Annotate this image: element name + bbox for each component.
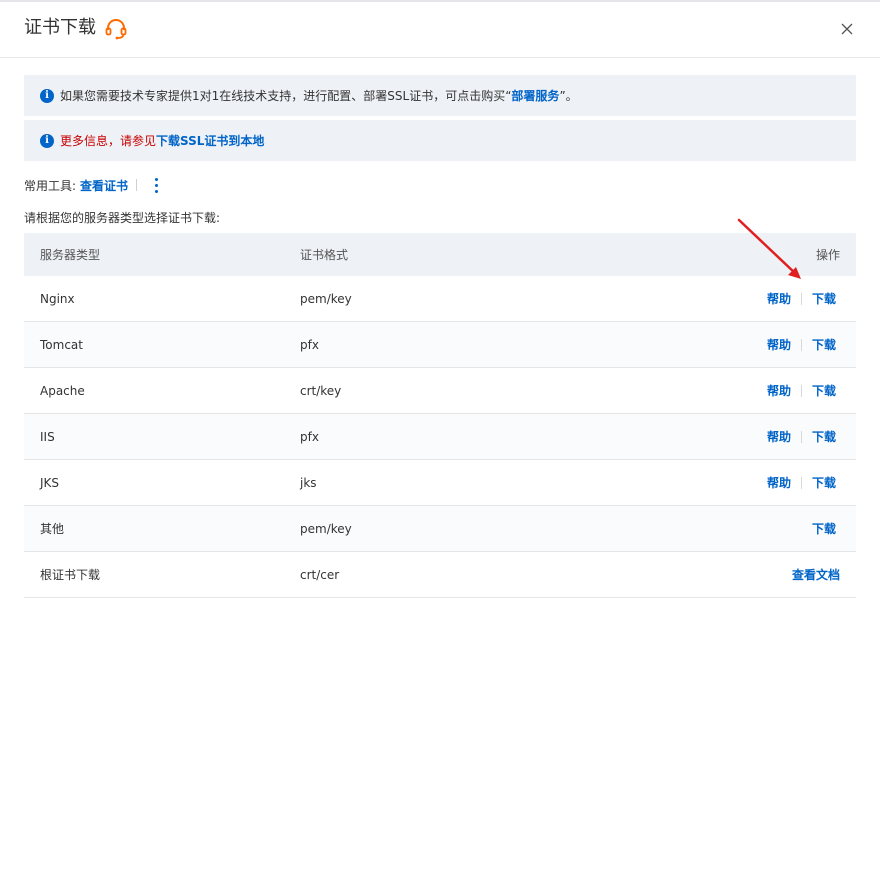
table-row: Tomcat pfx 帮助 下载 — [24, 322, 856, 368]
table-row: Apache crt/key 帮助 下载 — [24, 368, 856, 414]
headset-icon[interactable] — [104, 18, 128, 40]
cert-format-cell: jks — [300, 475, 317, 490]
actions-cell: 下载 — [600, 520, 856, 537]
actions-cell: 帮助 下载 — [600, 382, 856, 399]
cert-format-cell: crt/cer — [300, 567, 340, 582]
common-tools-bar: 常用工具: 查看证书 — [24, 176, 163, 194]
cert-format-cell: pfx — [300, 429, 319, 444]
support-notice-prefix: 如果您需要技术专家提供1对1在线技术支持，进行配置、部署SSL证书，可点击购买“ — [60, 89, 512, 103]
server-type-prompt: 请根据您的服务器类型选择证书下载: — [24, 211, 221, 225]
table-row: 根证书下载 crt/cer 查看文档 — [24, 552, 856, 598]
actions-cell: 帮助 下载 — [600, 336, 856, 353]
help-link[interactable]: 帮助 — [767, 382, 791, 399]
table-row: Nginx pem/key 帮助 下载 — [24, 276, 856, 322]
close-icon[interactable] — [838, 20, 856, 38]
download-table: 服务器类型 证书格式 操作 Nginx pem/key 帮助 下载 Tomcat… — [24, 233, 856, 598]
action-divider — [800, 476, 802, 489]
server-type-cell: Tomcat — [40, 337, 83, 352]
table-row: 其他 pem/key 下载 — [24, 506, 856, 552]
help-link[interactable]: 帮助 — [767, 290, 791, 307]
header-actions: 操作 — [815, 248, 840, 262]
more-info-notice: i 更多信息，请参见下载SSL证书到本地 — [24, 120, 856, 161]
info-icon: i — [40, 88, 54, 103]
more-info-notice-text: 更多信息，请参见下载SSL证书到本地 — [60, 132, 264, 149]
support-notice-suffix: ”。 — [559, 89, 578, 103]
download-link[interactable]: 下载 — [812, 520, 836, 537]
cert-format-cell: pem/key — [300, 521, 352, 536]
certificate-download-dialog: 证书下载 i 如果您需要技术专家提供1对1在线技术支持，进行配置、部署SSL证书… — [0, 0, 880, 880]
actions-cell: 查看文档 — [600, 566, 856, 583]
server-type-cell: IIS — [40, 429, 55, 444]
server-type-cell: Nginx — [40, 291, 75, 306]
action-divider — [800, 430, 802, 443]
action-divider — [800, 338, 802, 351]
download-link[interactable]: 下载 — [812, 428, 836, 445]
support-notice: i 如果您需要技术专家提供1对1在线技术支持，进行配置、部署SSL证书，可点击购… — [24, 75, 856, 116]
view-docs-link[interactable]: 查看文档 — [792, 566, 840, 583]
more-info-prefix: 更多信息，请参见 — [60, 134, 157, 148]
help-link[interactable]: 帮助 — [767, 474, 791, 491]
header-server-type: 服务器类型 — [40, 248, 101, 262]
more-vertical-icon[interactable] — [149, 176, 163, 194]
actions-cell: 帮助 下载 — [600, 428, 856, 445]
info-icon: i — [40, 133, 54, 148]
server-type-cell: JKS — [40, 475, 60, 490]
deploy-service-link[interactable]: 部署服务 — [511, 89, 559, 103]
server-type-cell: 其他 — [40, 522, 65, 536]
help-link[interactable]: 帮助 — [767, 336, 791, 353]
cert-format-cell: crt/key — [300, 383, 342, 398]
cert-format-cell: pfx — [300, 337, 319, 352]
download-link[interactable]: 下载 — [812, 382, 836, 399]
server-type-cell: Apache — [40, 383, 85, 398]
table-header: 服务器类型 证书格式 操作 — [24, 233, 856, 276]
cert-format-cell: pem/key — [300, 291, 352, 306]
table-row: JKS jks 帮助 下载 — [24, 460, 856, 506]
download-ssl-guide-link[interactable]: 下载SSL证书到本地 — [156, 134, 264, 148]
table-body: Nginx pem/key 帮助 下载 Tomcat pfx 帮助 下载 Apa… — [24, 276, 856, 598]
action-divider — [800, 384, 802, 397]
download-link[interactable]: 下载 — [812, 336, 836, 353]
common-tools-label: 常用工具: — [24, 178, 77, 193]
dialog-header: 证书下载 — [0, 2, 880, 58]
download-link[interactable]: 下载 — [812, 474, 836, 491]
actions-cell: 帮助 下载 — [600, 474, 856, 491]
header-cert-format: 证书格式 — [300, 248, 349, 262]
view-certificate-link[interactable]: 查看证书 — [80, 177, 128, 194]
help-link[interactable]: 帮助 — [767, 428, 791, 445]
dialog-title: 证书下载 — [24, 17, 96, 38]
tools-divider — [136, 179, 138, 191]
server-type-cell: 根证书下载 — [40, 568, 101, 582]
actions-cell: 帮助 下载 — [600, 290, 856, 307]
download-link[interactable]: 下载 — [812, 290, 836, 307]
support-notice-text: 如果您需要技术专家提供1对1在线技术支持，进行配置、部署SSL证书，可点击购买“… — [60, 87, 578, 104]
table-row: IIS pfx 帮助 下载 — [24, 414, 856, 460]
action-divider — [800, 292, 802, 305]
